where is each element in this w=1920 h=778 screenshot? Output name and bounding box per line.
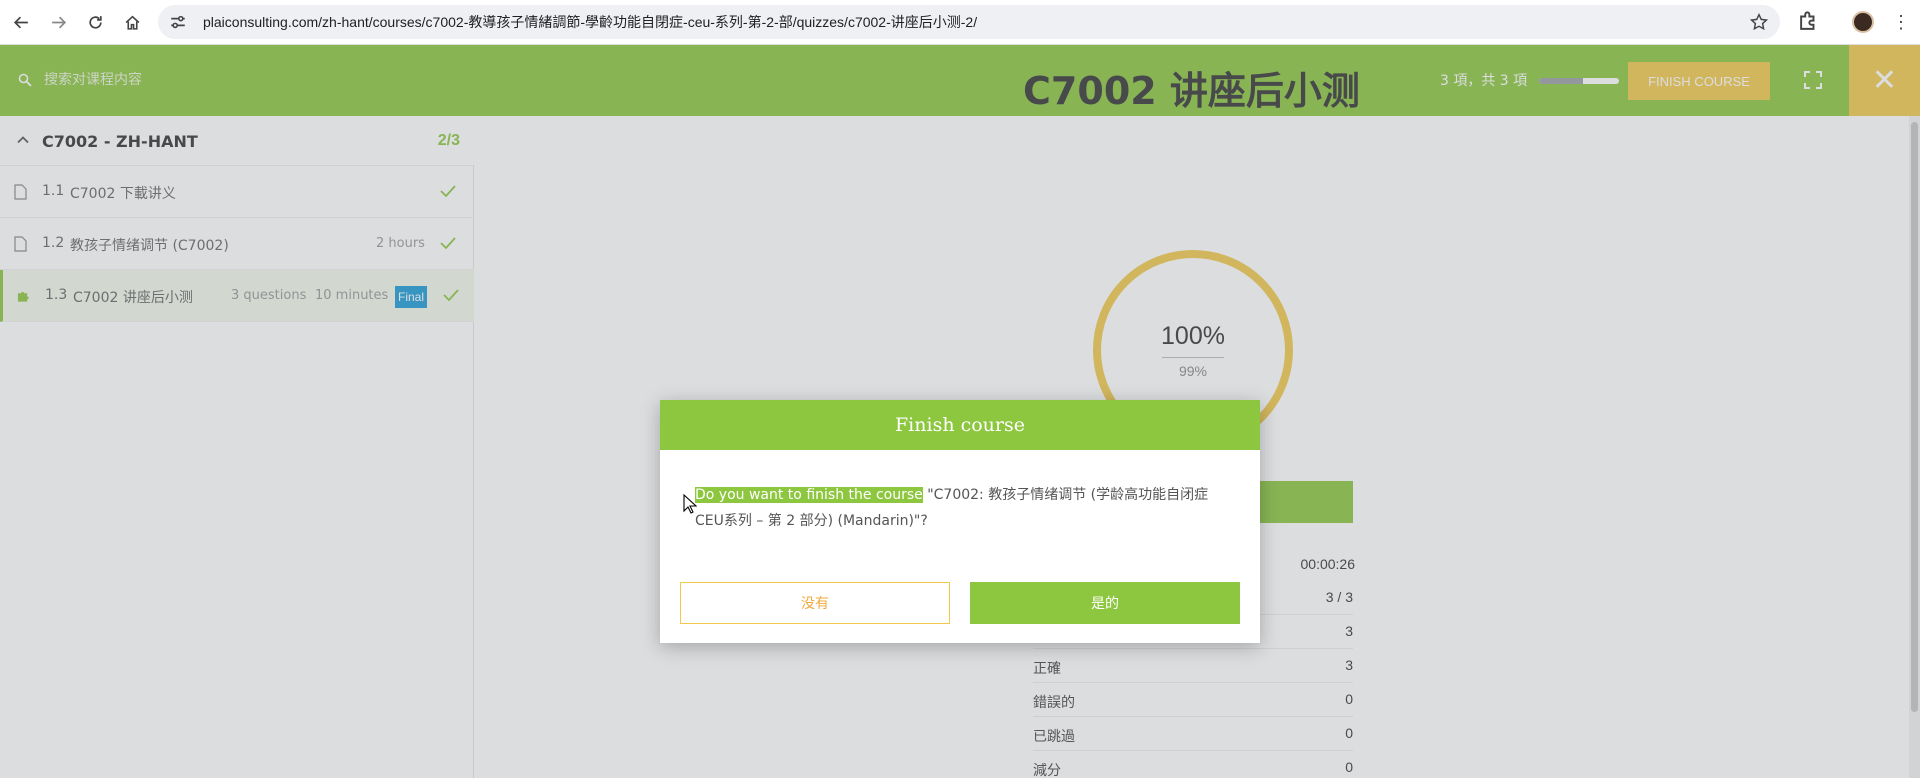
- extensions-icon[interactable]: [1797, 11, 1819, 33]
- site-info-icon[interactable]: [169, 13, 187, 31]
- reload-icon[interactable]: [83, 10, 107, 34]
- back-icon[interactable]: [9, 10, 33, 34]
- dialog-message-highlight: Do you want to finish the course: [695, 487, 923, 503]
- browser-toolbar: plaiconsulting.com/zh-hant/courses/c7002…: [0, 0, 1920, 45]
- profile-avatar[interactable]: [1852, 11, 1874, 33]
- browser-menu-icon[interactable]: ⋮: [1892, 12, 1910, 32]
- home-icon[interactable]: [120, 10, 144, 34]
- dialog-message: Do you want to finish the course "C7002:…: [695, 482, 1215, 534]
- dialog-title: Finish course: [660, 400, 1260, 450]
- finish-course-dialog: Finish course Do you want to finish the …: [660, 400, 1260, 643]
- url-text[interactable]: plaiconsulting.com/zh-hant/courses/c7002…: [203, 12, 977, 32]
- bookmark-star-icon[interactable]: [1750, 13, 1768, 31]
- mouse-cursor-icon: [683, 494, 697, 514]
- dialog-yes-button[interactable]: 是的: [970, 582, 1240, 624]
- address-bar[interactable]: plaiconsulting.com/zh-hant/courses/c7002…: [158, 5, 1780, 39]
- forward-icon[interactable]: [46, 10, 70, 34]
- dialog-no-button[interactable]: 没有: [680, 582, 950, 624]
